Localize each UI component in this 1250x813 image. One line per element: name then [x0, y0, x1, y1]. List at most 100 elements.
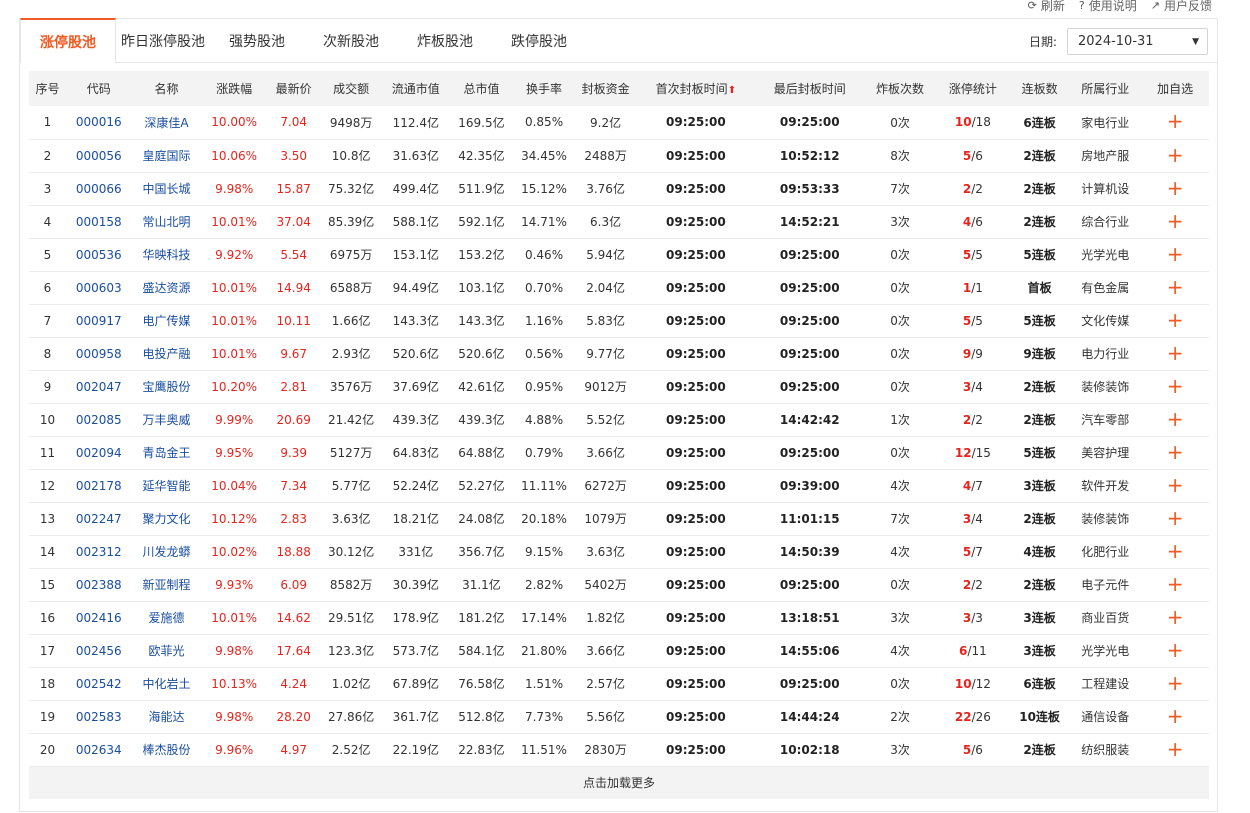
- break-count: 0次: [864, 106, 936, 140]
- column-header-label: 序号: [35, 82, 60, 96]
- add-watchlist-icon[interactable]: +: [1167, 178, 1184, 198]
- stock-code-link[interactable]: 000066: [65, 172, 132, 206]
- stock-code-link[interactable]: 000536: [65, 238, 132, 272]
- total-market-cap: 42.61亿: [449, 370, 514, 404]
- tab-0[interactable]: 涨停股池: [20, 18, 116, 63]
- stock-code-link[interactable]: 002085: [65, 403, 132, 437]
- stock-name-link[interactable]: 川发龙蟒: [131, 535, 202, 569]
- add-watchlist-icon[interactable]: +: [1167, 508, 1184, 528]
- industry: 通信设备: [1069, 700, 1142, 734]
- stock-code-link[interactable]: 002456: [65, 634, 132, 668]
- add-watchlist-icon[interactable]: +: [1167, 475, 1184, 495]
- stock-name-link[interactable]: 常山北明: [131, 205, 202, 239]
- stock-code-link[interactable]: 002634: [65, 733, 132, 767]
- add-watchlist-icon[interactable]: +: [1167, 706, 1184, 726]
- add-watchlist-icon[interactable]: +: [1167, 739, 1184, 759]
- column-header[interactable]: 首次封板时间⬆: [636, 71, 756, 106]
- stock-name-link[interactable]: 中化岩土: [131, 667, 202, 701]
- last-seal-time: 09:25:00: [755, 436, 865, 470]
- stock-code-link[interactable]: 002312: [65, 535, 132, 569]
- first-seal-time: 09:25:00: [636, 139, 756, 173]
- seal-fund: 9.2亿: [574, 106, 637, 140]
- limit-up-stat: 6/11: [935, 634, 1010, 668]
- add-watchlist-icon[interactable]: +: [1167, 442, 1184, 462]
- add-watchlist-icon[interactable]: +: [1167, 409, 1184, 429]
- column-header: 加自选: [1141, 71, 1209, 106]
- stock-name-link[interactable]: 欧菲光: [131, 634, 202, 668]
- stock-name-link[interactable]: 华映科技: [131, 238, 202, 272]
- stock-code-link[interactable]: 000016: [65, 106, 132, 140]
- stock-code-link[interactable]: 002094: [65, 436, 132, 470]
- add-watchlist-icon[interactable]: +: [1167, 541, 1184, 561]
- stock-name-link[interactable]: 聚力文化: [131, 502, 202, 536]
- date-select[interactable]: 2024-10-31 ▼: [1067, 28, 1208, 55]
- latest-price: 14.62: [267, 601, 321, 635]
- column-header-label: 名称: [154, 82, 179, 96]
- float-market-cap: 94.49亿: [381, 271, 450, 305]
- stock-name-link[interactable]: 深康佳A: [131, 106, 202, 140]
- stock-code-link[interactable]: 002388: [65, 568, 132, 602]
- add-watchlist-icon[interactable]: +: [1167, 211, 1184, 231]
- stock-code-link[interactable]: 000056: [65, 139, 132, 173]
- add-watchlist-icon[interactable]: +: [1167, 310, 1184, 330]
- first-seal-time: 09:25:00: [636, 238, 756, 272]
- total-market-cap: 22.83亿: [449, 733, 514, 767]
- add-watchlist-icon[interactable]: +: [1167, 277, 1184, 297]
- stock-name-link[interactable]: 电投产融: [131, 337, 202, 371]
- stock-name-link[interactable]: 青岛金王: [131, 436, 202, 470]
- top-link-help[interactable]: ? 使用说明: [1079, 0, 1137, 12]
- top-link-refresh[interactable]: ⟳ 刷新: [1028, 0, 1065, 12]
- column-header: 封板资金: [574, 71, 637, 106]
- tab-3[interactable]: 次新股池: [304, 19, 398, 63]
- add-watchlist-icon[interactable]: +: [1167, 574, 1184, 594]
- seal-fund: 3.66亿: [574, 436, 637, 470]
- tab-2[interactable]: 强势股池: [210, 19, 304, 63]
- stock-name-link[interactable]: 皇庭国际: [131, 139, 202, 173]
- latest-price: 14.94: [267, 271, 321, 305]
- stock-code-link[interactable]: 000158: [65, 205, 132, 239]
- break-count: 7次: [864, 502, 936, 536]
- stock-code-link[interactable]: 002178: [65, 469, 132, 503]
- streak-count: 5连板: [1009, 436, 1070, 470]
- stock-code-link[interactable]: 000603: [65, 271, 132, 305]
- latest-price: 20.69: [267, 403, 321, 437]
- add-watchlist-icon[interactable]: +: [1167, 343, 1184, 363]
- stock-name-link[interactable]: 新亚制程: [131, 568, 202, 602]
- stock-code-link[interactable]: 000958: [65, 337, 132, 371]
- stock-code-link[interactable]: 002416: [65, 601, 132, 635]
- tab-4[interactable]: 炸板股池: [398, 19, 492, 63]
- stock-name-link[interactable]: 盛达资源: [131, 271, 202, 305]
- stock-name-link[interactable]: 电广传媒: [131, 304, 202, 338]
- top-link-feedback[interactable]: ↗ 用户反馈: [1151, 0, 1212, 12]
- add-watchlist-icon[interactable]: +: [1167, 111, 1184, 131]
- table-row: 19 002583 海能达 9.98% 28.20 27.86亿 361.7亿 512.8亿 7…: [29, 700, 1209, 734]
- add-watchlist-icon[interactable]: +: [1167, 376, 1184, 396]
- add-watchlist-icon[interactable]: +: [1167, 244, 1184, 264]
- stock-code-link[interactable]: 002047: [65, 370, 132, 404]
- tab-5[interactable]: 跌停股池: [492, 19, 586, 63]
- limit-up-days: /6: [971, 214, 983, 229]
- add-watchlist-icon[interactable]: +: [1167, 145, 1184, 165]
- seal-fund: 5402万: [574, 568, 637, 602]
- add-watchlist-icon[interactable]: +: [1167, 640, 1184, 660]
- stock-name-link[interactable]: 海能达: [131, 700, 202, 734]
- add-watchlist-icon[interactable]: +: [1167, 673, 1184, 693]
- stock-name-link[interactable]: 爱施德: [131, 601, 202, 635]
- stock-name-link[interactable]: 宝鹰股份: [131, 370, 202, 404]
- stock-code-link[interactable]: 002583: [65, 700, 132, 734]
- add-watchlist-cell: +: [1141, 337, 1209, 371]
- stock-name-link[interactable]: 棒杰股份: [131, 733, 202, 767]
- load-more-button[interactable]: 点击加载更多: [29, 766, 1209, 799]
- turnover-rate: 2.82%: [513, 568, 575, 602]
- industry: 商业百货: [1069, 601, 1142, 635]
- add-watchlist-icon[interactable]: +: [1167, 607, 1184, 627]
- stock-code-link[interactable]: 000917: [65, 304, 132, 338]
- stock-name-link[interactable]: 延华智能: [131, 469, 202, 503]
- stock-name-link[interactable]: 中国长城: [131, 172, 202, 206]
- streak-count: 首板: [1009, 271, 1070, 305]
- turnover-amount: 30.12亿: [320, 535, 382, 569]
- stock-name-link[interactable]: 万丰奥威: [131, 403, 202, 437]
- stock-code-link[interactable]: 002247: [65, 502, 132, 536]
- tab-1[interactable]: 昨日涨停股池: [116, 19, 210, 63]
- stock-code-link[interactable]: 002542: [65, 667, 132, 701]
